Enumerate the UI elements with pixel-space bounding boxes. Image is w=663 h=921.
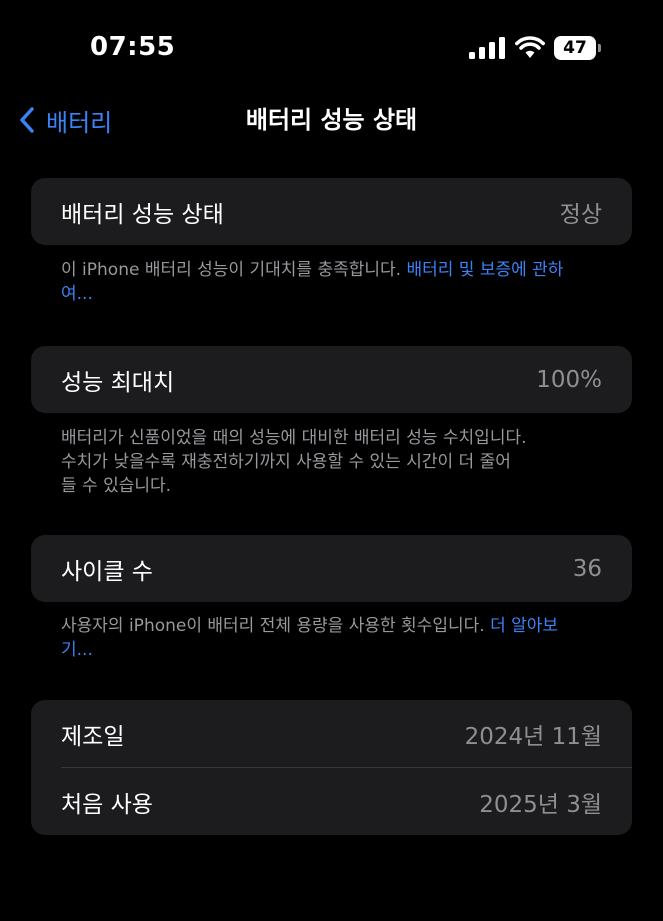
maximum-capacity-footnote-line: 배터리가 신품이었을 때의 성능에 대비한 배터리 성능 수치입니다. xyxy=(61,428,527,448)
battery-health-footnote: 이 iPhone 배터리 성능이 기대치를 충족합니다. 배터리 및 보증에 관… xyxy=(61,258,581,306)
battery-icon: 47 xyxy=(554,36,602,60)
navigation-bar: 배터리 배터리 성능 상태 xyxy=(0,98,663,142)
maximum-capacity-footnote: 배터리가 신품이었을 때의 성능에 대비한 배터리 성능 수치입니다. 수치가 … xyxy=(61,426,621,498)
cycle-count-value: 36 xyxy=(572,555,602,582)
maximum-capacity-footnote-line: 들 수 있습니다. xyxy=(61,476,172,496)
maximum-capacity-label: 성능 최대치 xyxy=(61,369,175,396)
first-use-label: 처음 사용 xyxy=(61,791,153,818)
status-time: 07:55 xyxy=(90,32,176,62)
status-bar: 07:55 47 xyxy=(0,0,663,100)
battery-health-card: 배터리 성능 상태 정상 xyxy=(31,178,632,245)
maximum-capacity-card: 성능 최대치 100% xyxy=(31,346,632,413)
maximum-capacity-footnote-line: 수치가 낮을수록 재충전하기까지 사용할 수 있는 시간이 더 줄어 xyxy=(61,452,511,472)
first-use-row: 처음 사용 2025년 3월 xyxy=(31,768,632,835)
battery-health-footnote-text: 이 iPhone 배터리 성능이 기대치를 충족합니다. xyxy=(61,260,407,280)
battery-tip xyxy=(598,44,601,52)
cycle-count-footnote-text: 사용자의 iPhone이 배터리 전체 용량을 사용한 횟수입니다. xyxy=(61,616,491,636)
battery-health-row: 배터리 성능 상태 정상 xyxy=(31,178,632,245)
cycle-count-label: 사이클 수 xyxy=(61,558,153,585)
cycle-count-row: 사이클 수 36 xyxy=(31,535,632,602)
page-title: 배터리 성능 상태 xyxy=(245,106,418,134)
dates-card: 제조일 2024년 11월 처음 사용 2025년 3월 xyxy=(31,700,632,835)
manufacture-date-value: 2024년 11월 xyxy=(464,723,602,750)
wifi-icon xyxy=(515,36,545,58)
maximum-capacity-value: 100% xyxy=(536,366,602,393)
cycle-count-footnote: 사용자의 iPhone이 배터리 전체 용량을 사용한 횟수입니다. 더 알아보… xyxy=(61,614,581,662)
cellular-signal-icon xyxy=(469,37,505,59)
battery-level: 47 xyxy=(554,36,596,60)
maximum-capacity-row: 성능 최대치 100% xyxy=(31,346,632,413)
first-use-value: 2025년 3월 xyxy=(479,791,602,818)
battery-health-value: 정상 xyxy=(559,201,602,228)
manufacture-date-label: 제조일 xyxy=(61,723,125,750)
manufacture-date-row: 제조일 2024년 11월 xyxy=(31,700,632,767)
battery-health-label: 배터리 성능 상태 xyxy=(61,201,224,228)
cycle-count-card: 사이클 수 36 xyxy=(31,535,632,602)
